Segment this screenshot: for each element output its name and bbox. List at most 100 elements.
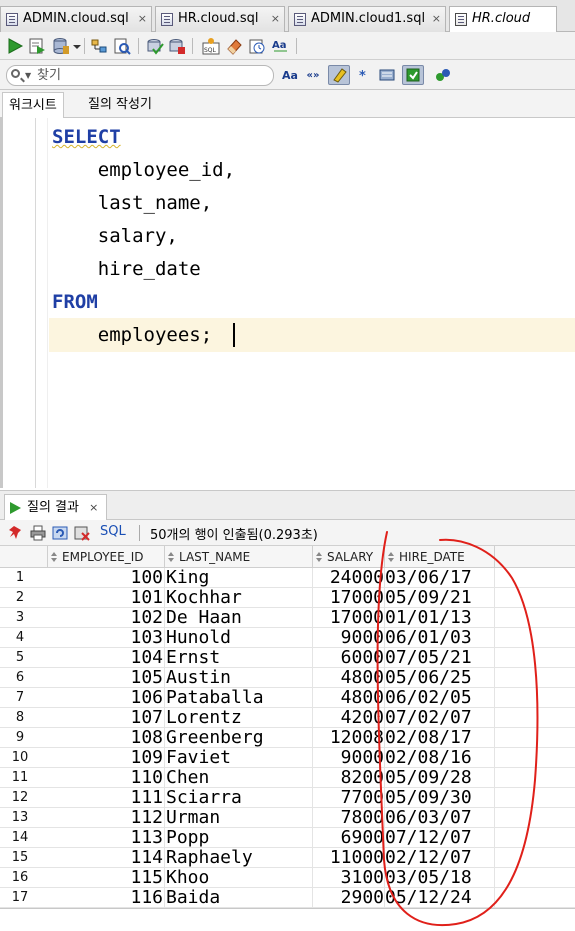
- tab-query-builder[interactable]: 질의 작성기: [82, 92, 158, 118]
- cell-employee-id[interactable]: 111: [48, 788, 165, 808]
- cell-last-name[interactable]: Kochhar: [165, 588, 313, 608]
- match-case-button[interactable]: Aa: [280, 66, 300, 86]
- cell-last-name[interactable]: Sciarra: [165, 788, 313, 808]
- table-row[interactable]: 16 115 Khoo 3100 03/05/18: [0, 868, 575, 888]
- cell-salary[interactable]: 11000: [313, 848, 385, 868]
- cell-salary[interactable]: 4200: [313, 708, 385, 728]
- refresh-icon[interactable]: [52, 525, 68, 541]
- table-row[interactable]: 6 105 Austin 4800 05/06/25: [0, 668, 575, 688]
- cell-hire-date[interactable]: 01/01/13: [385, 608, 495, 628]
- cell-last-name[interactable]: Khoo: [165, 868, 313, 888]
- highlight-icon[interactable]: [328, 65, 350, 85]
- wrap-search-icon[interactable]: [402, 65, 424, 85]
- table-row[interactable]: 1 100 King 24000 03/06/17: [0, 568, 575, 588]
- cell-salary[interactable]: 7800: [313, 808, 385, 828]
- column-header-employee-id[interactable]: EMPLOYEE_ID: [48, 546, 165, 568]
- close-icon[interactable]: ×: [432, 7, 441, 31]
- cell-salary[interactable]: 17000: [313, 608, 385, 628]
- table-row[interactable]: 10 109 Faviet 9000 02/08/16: [0, 748, 575, 768]
- column-header-last-name[interactable]: LAST_NAME: [165, 546, 313, 568]
- cell-salary[interactable]: 4800: [313, 688, 385, 708]
- cell-employee-id[interactable]: 103: [48, 628, 165, 648]
- cell-last-name[interactable]: Austin: [165, 668, 313, 688]
- table-row[interactable]: 13 112 Urman 7800 06/03/07: [0, 808, 575, 828]
- file-tab-hr-cloud[interactable]: HR.cloud: [449, 6, 557, 33]
- cell-salary[interactable]: 9000: [313, 628, 385, 648]
- sort-icon[interactable]: [168, 552, 175, 562]
- table-row[interactable]: 11 110 Chen 8200 05/09/28: [0, 768, 575, 788]
- cell-salary[interactable]: 6900: [313, 828, 385, 848]
- run-statement-icon[interactable]: [6, 37, 24, 55]
- cell-hire-date[interactable]: 02/12/07: [385, 848, 495, 868]
- table-row[interactable]: 17 116 Baida 2900 05/12/24: [0, 888, 575, 908]
- sql-editor[interactable]: SELECT employee_id, last_name, salary, h…: [0, 118, 575, 488]
- cell-employee-id[interactable]: 108: [48, 728, 165, 748]
- cell-last-name[interactable]: Baida: [165, 888, 313, 908]
- cell-employee-id[interactable]: 116: [48, 888, 165, 908]
- cell-last-name[interactable]: Lorentz: [165, 708, 313, 728]
- cell-last-name[interactable]: Greenberg: [165, 728, 313, 748]
- results-grid[interactable]: EMPLOYEE_ID LAST_NAME SALARY HIRE_DATE 1…: [0, 546, 575, 908]
- cell-employee-id[interactable]: 104: [48, 648, 165, 668]
- chevron-down-icon[interactable]: ▼: [25, 71, 31, 80]
- cell-hire-date[interactable]: 02/08/16: [385, 748, 495, 768]
- format-case-icon[interactable]: Aa: [271, 37, 289, 55]
- cell-last-name[interactable]: Chen: [165, 768, 313, 788]
- column-header-salary[interactable]: SALARY: [313, 546, 385, 568]
- commit-check-icon[interactable]: [146, 37, 164, 55]
- cell-last-name[interactable]: Raphaely: [165, 848, 313, 868]
- autotrace-icon[interactable]: [113, 37, 131, 55]
- cell-employee-id[interactable]: 115: [48, 868, 165, 888]
- table-row[interactable]: 14 113 Popp 6900 07/12/07: [0, 828, 575, 848]
- sql-link[interactable]: SQL: [100, 524, 126, 539]
- table-row[interactable]: 15 114 Raphaely 11000 02/12/07: [0, 848, 575, 868]
- cell-last-name[interactable]: Popp: [165, 828, 313, 848]
- cell-employee-id[interactable]: 114: [48, 848, 165, 868]
- close-icon[interactable]: ×: [138, 7, 147, 31]
- cell-hire-date[interactable]: 06/02/05: [385, 688, 495, 708]
- sort-icon[interactable]: [316, 552, 323, 562]
- search-field[interactable]: ▼: [6, 65, 274, 86]
- history-icon[interactable]: [248, 37, 266, 55]
- cell-employee-id[interactable]: 106: [48, 688, 165, 708]
- cell-hire-date[interactable]: 03/05/18: [385, 868, 495, 888]
- cell-employee-id[interactable]: 110: [48, 768, 165, 788]
- cell-hire-date[interactable]: 05/09/30: [385, 788, 495, 808]
- cell-salary[interactable]: 8200: [313, 768, 385, 788]
- cell-salary[interactable]: 24000: [313, 568, 385, 588]
- cell-salary[interactable]: 4800: [313, 668, 385, 688]
- cell-employee-id[interactable]: 100: [48, 568, 165, 588]
- whole-word-button[interactable]: «»: [304, 66, 322, 86]
- file-tab-admin-cloud1-sql[interactable]: ADMIN.cloud1.sql ×: [288, 6, 446, 32]
- print-icon[interactable]: [30, 525, 46, 541]
- search-input[interactable]: [37, 67, 267, 84]
- find-in-selection-icon[interactable]: [378, 67, 396, 85]
- cell-hire-date[interactable]: 05/06/25: [385, 668, 495, 688]
- cell-employee-id[interactable]: 105: [48, 668, 165, 688]
- table-row[interactable]: 2 101 Kochhar 17000 05/09/21: [0, 588, 575, 608]
- cell-hire-date[interactable]: 07/05/21: [385, 648, 495, 668]
- cell-employee-id[interactable]: 102: [48, 608, 165, 628]
- cell-salary[interactable]: 9000: [313, 748, 385, 768]
- delete-icon[interactable]: [74, 525, 90, 541]
- sort-icon[interactable]: [51, 552, 58, 562]
- cell-last-name[interactable]: Ernst: [165, 648, 313, 668]
- sql-tuning-icon[interactable]: SQL: [202, 37, 220, 55]
- commit-icon[interactable]: [52, 37, 70, 55]
- cell-hire-date[interactable]: 06/03/07: [385, 808, 495, 828]
- sort-icon[interactable]: [388, 552, 395, 562]
- cell-last-name[interactable]: De Haan: [165, 608, 313, 628]
- cell-hire-date[interactable]: 05/12/24: [385, 888, 495, 908]
- cell-hire-date[interactable]: 07/12/07: [385, 828, 495, 848]
- explain-plan-icon[interactable]: [90, 37, 108, 55]
- cell-hire-date[interactable]: 06/01/03: [385, 628, 495, 648]
- eraser-icon[interactable]: [225, 37, 243, 55]
- cell-last-name[interactable]: Faviet: [165, 748, 313, 768]
- cell-hire-date[interactable]: 02/08/17: [385, 728, 495, 748]
- cell-last-name[interactable]: Pataballa: [165, 688, 313, 708]
- table-row[interactable]: 3 102 De Haan 17000 01/01/13: [0, 608, 575, 628]
- tab-worksheet[interactable]: 워크시트: [2, 92, 64, 118]
- cell-salary[interactable]: 7700: [313, 788, 385, 808]
- regex-icon[interactable]: *: [356, 67, 374, 85]
- cell-hire-date[interactable]: 07/02/07: [385, 708, 495, 728]
